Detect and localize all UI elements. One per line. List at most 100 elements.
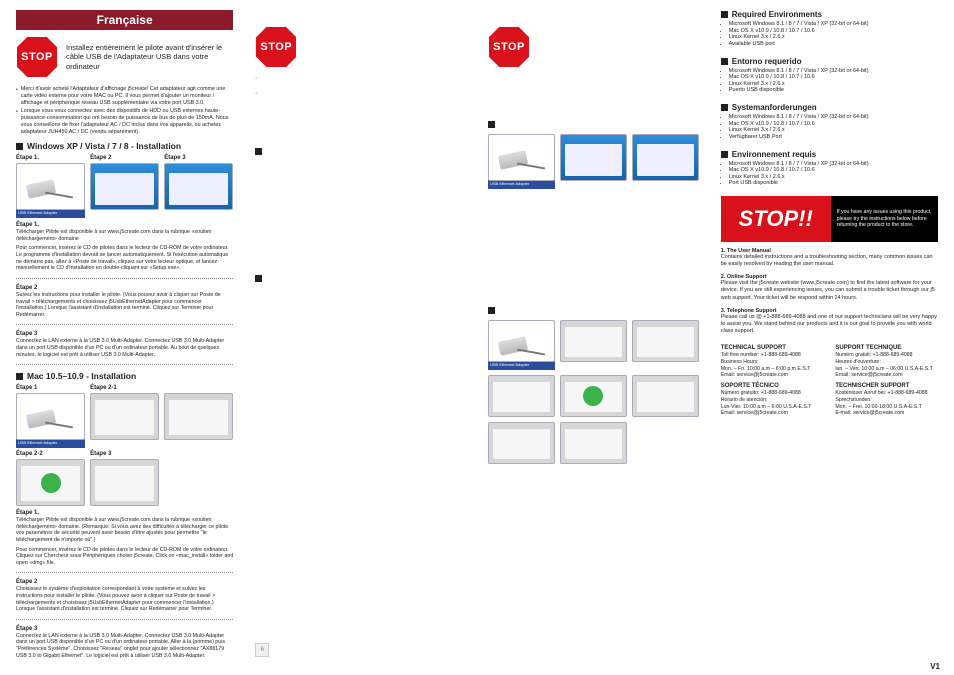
mac-step3: Étape 3 — [90, 451, 159, 506]
env-sections: Required Environments Microsoft Windows 8… — [721, 10, 938, 186]
stop-warning-row: STOP Installez entièrement le pilote ava… — [16, 36, 233, 78]
win-s3-label: Étape 3 — [16, 331, 233, 337]
stop-banner-text: If you have any issues using this produc… — [831, 205, 938, 233]
adapter-thumb-icon — [488, 320, 555, 362]
mac-s2-label: Étape 2 — [16, 579, 233, 585]
win-s3-text: Connectez le LAN externe à la USB 3.0 Mu… — [16, 338, 233, 358]
support-block: TECHNICAL SUPPORTToll free number: +1-88… — [721, 345, 824, 379]
divider — [16, 278, 233, 279]
mac-steps-top: Étape 1 USB Ethernet Adapter Étape 2-1 — [16, 385, 233, 448]
window-thumb-icon — [632, 134, 699, 181]
win-s2-text: Suivez les instructions pour installer l… — [16, 292, 233, 318]
windows-section-title: Windows XP / Vista / 7 / 8 - Installatio… — [16, 141, 233, 151]
win-s1-text: Télécharger Pilote est disponible à sur … — [16, 229, 233, 242]
adapter-caption: USB Ethernet Adapter — [16, 439, 85, 448]
windows-steps-row: Étape 1. USB Ethernet Adapter Étape 2 Ét… — [16, 155, 233, 218]
help-item: 1. The User ManualContains detailed inst… — [721, 248, 938, 268]
mac-section-title: Mac 10.5–10.9 - Installation — [16, 371, 233, 381]
col3-win-steps: USB Ethernet Adapter — [488, 134, 699, 189]
env-heading: Entorno requerido — [721, 57, 938, 66]
win-step3: Étape 3 — [164, 155, 233, 218]
mac-window-thumb-icon — [488, 375, 555, 417]
window-thumb-icon — [90, 163, 159, 210]
support-grid: TECHNICAL SUPPORTToll free number: +1-88… — [721, 345, 938, 417]
mac-success-thumb-icon — [560, 375, 627, 417]
mac-blank — [164, 385, 233, 448]
version-label: V1 — [930, 662, 940, 671]
window-thumb-icon — [560, 134, 627, 181]
env-heading: Systemanforderungen — [721, 103, 938, 112]
stop-sign-icon: STOP — [255, 26, 297, 68]
divider — [16, 572, 233, 573]
mac-s1-text: Télécharger Pilote est disponible à sur … — [16, 517, 233, 543]
mac-s3-text: Connectez le LAN externe à la USB 3.0 Mu… — [16, 633, 233, 659]
divider — [16, 364, 233, 365]
mac-window-thumb-icon — [560, 320, 627, 362]
win-s1b-text: Pour commencer, insérez le CD de pilotes… — [16, 245, 233, 271]
mac-success-thumb-icon — [16, 459, 85, 506]
ribbon-francaise: Française — [16, 10, 233, 30]
stop-banner-big: STOP!! — [721, 196, 831, 242]
env-heading: Environnement requis — [721, 150, 938, 159]
mac-window-thumb-icon — [560, 422, 627, 464]
square-bullet-icon — [255, 275, 262, 282]
col3-mac-grid: USB Ethernet Adapter — [488, 320, 699, 464]
column-francaise: Française STOP Installez entièrement le … — [12, 10, 237, 657]
win-step1: Étape 1. USB Ethernet Adapter — [16, 155, 85, 218]
support-block: SOPORTE TÉCNICONúmero gratuito: +1-888-6… — [721, 383, 824, 417]
mac-s1-label: Étape 1. — [16, 510, 233, 516]
stop-octagon: STOP — [16, 36, 58, 78]
adapter-thumb-icon — [16, 393, 85, 440]
square-bullet-icon — [255, 148, 262, 155]
env-heading: Required Environments — [721, 10, 938, 19]
stop-warning-row-2: STOP — [255, 26, 466, 68]
mac-steps-bottom: Étape 2-2 Étape 3 — [16, 451, 233, 506]
intro-bullets: Merci d'avoir acheté l'Adaptateur d'affi… — [16, 86, 233, 135]
stop-banner: STOP!! If you have any issues using this… — [721, 196, 938, 242]
stop-warning-row-3: STOP — [488, 26, 699, 68]
mac-window-thumb-icon — [90, 393, 159, 440]
page-number-box: 6 — [255, 643, 269, 657]
env-list: Microsoft Windows 8.1 / 8 / 7 / Vista / … — [721, 161, 938, 187]
env-list: Microsoft Windows 8.1 / 8 / 7 / Vista / … — [721, 68, 938, 94]
stop-message-text: Installez entièrement le pilote avant d'… — [66, 43, 233, 71]
divider — [16, 324, 233, 325]
support-block: TECHNISCHER SUPPORTKostenloser Anruf bei… — [835, 383, 938, 417]
mac-step21: Étape 2-1 — [90, 385, 159, 448]
mac-window-thumb-icon — [90, 459, 159, 506]
support-block: SUPPORT TECHNIQUENuméro gratuit: +1-888-… — [835, 345, 938, 379]
intro-bullet-1: Merci d'avoir acheté l'Adaptateur d'affi… — [21, 86, 234, 106]
square-bullet-icon — [488, 121, 495, 128]
help-item: 2. Online SupportPlease visit the j5crea… — [721, 274, 938, 301]
win-s2-label: Étape 2 — [16, 285, 233, 291]
win-s1-label: Étape 1. — [16, 222, 233, 228]
mac-step1: Étape 1 USB Ethernet Adapter — [16, 385, 85, 448]
env-list: Microsoft Windows 8.1 / 8 / 7 / Vista / … — [721, 114, 938, 140]
adapter-thumb-icon — [488, 134, 555, 181]
stop-sign-icon: STOP — [488, 26, 530, 68]
help-list: 1. The User ManualContains detailed inst… — [721, 248, 938, 335]
square-bullet-icon — [488, 307, 495, 314]
mac-window-thumb-icon — [632, 320, 699, 362]
intro-bullet-2: Lorsque vous vous connectez avec des dis… — [21, 108, 234, 135]
win-step2: Étape 2 — [90, 155, 159, 218]
column-4: Required Environments Microsoft Windows 8… — [717, 10, 942, 657]
mac-s2-text: Choisissez le système d'exploitation cor… — [16, 586, 233, 612]
adapter-thumb-icon — [16, 163, 85, 210]
divider — [16, 619, 233, 620]
mac-window-thumb-icon — [632, 375, 699, 417]
window-thumb-icon — [164, 163, 233, 210]
mac-s3-label: Étape 3 — [16, 626, 233, 632]
mac-s1b-text: Pour commencer, insérez le CD de pilotes… — [16, 547, 233, 567]
faded-text: •• — [255, 76, 466, 136]
column-3: STOP USB Ethernet Adapter USB Ethernet A… — [484, 10, 703, 657]
adapter-caption: USB Ethernet Adapter — [16, 209, 85, 218]
column-2: STOP •• 6 — [251, 10, 470, 657]
stop-sign-icon: STOP — [16, 36, 58, 78]
document-page: Française STOP Installez entièrement le … — [0, 0, 954, 675]
env-list: Microsoft Windows 8.1 / 8 / 7 / Vista / … — [721, 21, 938, 47]
mac-window-thumb-icon — [164, 393, 233, 440]
help-item: 3. Telephone SupportPlease call us @ +1-… — [721, 308, 938, 335]
mac-window-thumb-icon — [488, 422, 555, 464]
mac-step22: Étape 2-2 — [16, 451, 85, 506]
